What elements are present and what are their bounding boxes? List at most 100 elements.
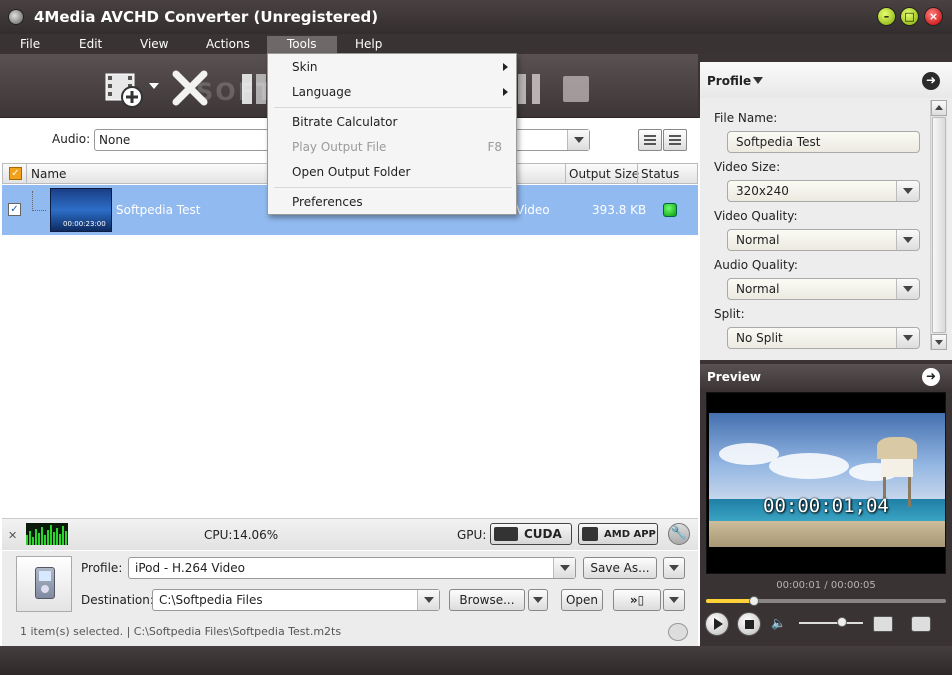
menu-item-bitrate-calculator[interactable]: Bitrate Calculator	[292, 115, 397, 129]
list-view-button[interactable]	[663, 129, 687, 151]
arrow-right-icon[interactable]: ➜	[922, 72, 940, 90]
row-format: Video	[516, 203, 550, 217]
minimize-icon[interactable]: –	[877, 7, 896, 26]
save-as-dropdown[interactable]	[663, 557, 685, 579]
chevron-down-icon[interactable]	[896, 279, 919, 299]
fullscreen-icon[interactable]	[873, 616, 893, 632]
destination-select[interactable]: C:\Softpedia Files	[152, 589, 440, 611]
select-all-checkbox[interactable]: ✓	[9, 167, 22, 180]
cpu-usage: CPU:14.06%	[204, 528, 279, 542]
split-select[interactable]: No Split	[727, 327, 920, 349]
stop-button[interactable]	[737, 612, 761, 636]
close-icon[interactable]: ×	[924, 7, 943, 26]
seek-handle[interactable]	[749, 596, 759, 606]
column-status[interactable]: Status	[641, 167, 679, 181]
cpu-status-bar: ✕ CPU:14.06% GPU: CUDA AMD APP 🔧	[2, 518, 698, 550]
chevron-down-icon[interactable]	[553, 558, 575, 578]
menu-view[interactable]: View	[140, 36, 168, 54]
profile-panel-title[interactable]: Profile	[707, 74, 764, 88]
transfer-dropdown[interactable]	[663, 589, 685, 611]
split-label: Split:	[714, 307, 745, 321]
scroll-up-icon[interactable]	[931, 100, 947, 116]
profile-value: iPod - H.264 Video	[135, 561, 246, 575]
menu-file[interactable]: File	[20, 36, 40, 54]
row-checkbox[interactable]: ✓	[8, 203, 21, 216]
maximize-icon[interactable]: □	[900, 7, 919, 26]
column-divider	[26, 164, 27, 183]
menu-item-language[interactable]: Language	[292, 85, 351, 99]
amd-app-button[interactable]: AMD APP	[578, 523, 658, 545]
status-ok-icon	[663, 203, 677, 217]
audio-value: None	[99, 133, 131, 147]
profile-select[interactable]: iPod - H.264 Video	[128, 557, 576, 579]
add-video-icon[interactable]	[104, 70, 146, 108]
tools-menu: Skin Language Bitrate Calculator Play Ou…	[267, 53, 517, 215]
file-name-input[interactable]: Softpedia Test	[727, 131, 920, 153]
chevron-down-icon[interactable]	[567, 130, 589, 150]
row-name: Softpedia Test	[116, 203, 201, 217]
ipod-icon	[35, 567, 55, 599]
menu-item-open-output-folder[interactable]: Open Output Folder	[292, 165, 410, 179]
browse-dropdown[interactable]	[528, 589, 548, 611]
volume-slider[interactable]	[799, 622, 863, 624]
video-size-select[interactable]: 320x240	[727, 180, 920, 202]
browse-button[interactable]: Browse...	[449, 589, 525, 611]
play-output-shortcut: F8	[487, 140, 502, 154]
video-timecode: 00:00:01;04	[763, 495, 889, 517]
chevron-down-icon[interactable]	[896, 230, 919, 250]
pause-icon[interactable]	[516, 72, 542, 106]
open-button[interactable]: Open	[561, 589, 603, 611]
menu-actions[interactable]: Actions	[206, 36, 250, 54]
close-icon[interactable]: ✕	[8, 529, 17, 542]
arrow-right-icon[interactable]: ➜	[922, 368, 940, 386]
menu-help[interactable]: Help	[355, 36, 382, 54]
video-quality-select[interactable]: Normal	[727, 229, 920, 251]
column-name[interactable]: Name	[31, 167, 66, 181]
submenu-arrow-icon	[503, 88, 508, 96]
video-quality-label: Video Quality:	[714, 209, 798, 223]
title-bar: 4Media AVCHD Converter (Unregistered) – …	[0, 0, 952, 34]
preview-video: 00:00:01;04	[706, 392, 946, 574]
profile-scrollbar[interactable]	[930, 100, 947, 350]
add-video-dropdown-icon[interactable]	[149, 83, 159, 89]
transfer-button[interactable]: »▯	[613, 589, 661, 611]
audio-quality-select[interactable]: Normal	[727, 278, 920, 300]
amd-label: AMD APP	[604, 529, 656, 540]
save-as-button[interactable]: Save As...	[583, 557, 657, 579]
menu-item-skin[interactable]: Skin	[292, 60, 318, 74]
cuda-label: CUDA	[524, 527, 562, 541]
column-divider	[637, 164, 638, 183]
camera-icon[interactable]	[911, 616, 931, 632]
audio-label: Audio:	[52, 132, 91, 146]
menu-tools[interactable]: Tools	[267, 36, 337, 54]
log-icon[interactable]	[668, 623, 688, 641]
stop-icon[interactable]	[563, 76, 589, 102]
seek-bar[interactable]	[706, 596, 946, 606]
thumbnail-view-button[interactable]	[638, 129, 662, 151]
volume-handle[interactable]	[837, 617, 847, 627]
chevron-down-icon[interactable]	[896, 181, 919, 201]
chevron-down-icon[interactable]	[417, 590, 439, 610]
wrench-icon[interactable]: 🔧	[668, 523, 690, 545]
column-output-size[interactable]: Output Size	[569, 167, 639, 181]
preview-time: 00:00:01 / 00:00:05	[776, 580, 876, 591]
audio-quality-label: Audio Quality:	[714, 258, 798, 272]
scroll-down-icon[interactable]	[931, 334, 947, 350]
amd-icon	[582, 527, 598, 541]
menu-bar: File Edit View Actions Tools Help	[0, 34, 952, 54]
volume-icon[interactable]: 🔈	[771, 616, 786, 630]
chevron-down-icon[interactable]	[896, 328, 919, 348]
profile-settings: File Name: Softpedia Test Video Size: 32…	[700, 98, 952, 360]
menu-item-preferences[interactable]: Preferences	[292, 195, 363, 209]
scroll-thumb[interactable]	[932, 117, 946, 333]
destination-value: C:\Softpedia Files	[159, 593, 263, 607]
cuda-button[interactable]: CUDA	[490, 523, 572, 545]
cpu-graph	[26, 523, 68, 545]
profile-label: Profile:	[81, 561, 123, 575]
transfer-icon: »▯	[629, 593, 645, 607]
list-view-icon	[669, 135, 681, 145]
menu-edit[interactable]: Edit	[79, 36, 102, 54]
play-button[interactable]	[705, 612, 729, 636]
file-name-label: File Name:	[714, 111, 778, 125]
thumbnail-timecode: 00:00:23:00	[63, 220, 106, 228]
